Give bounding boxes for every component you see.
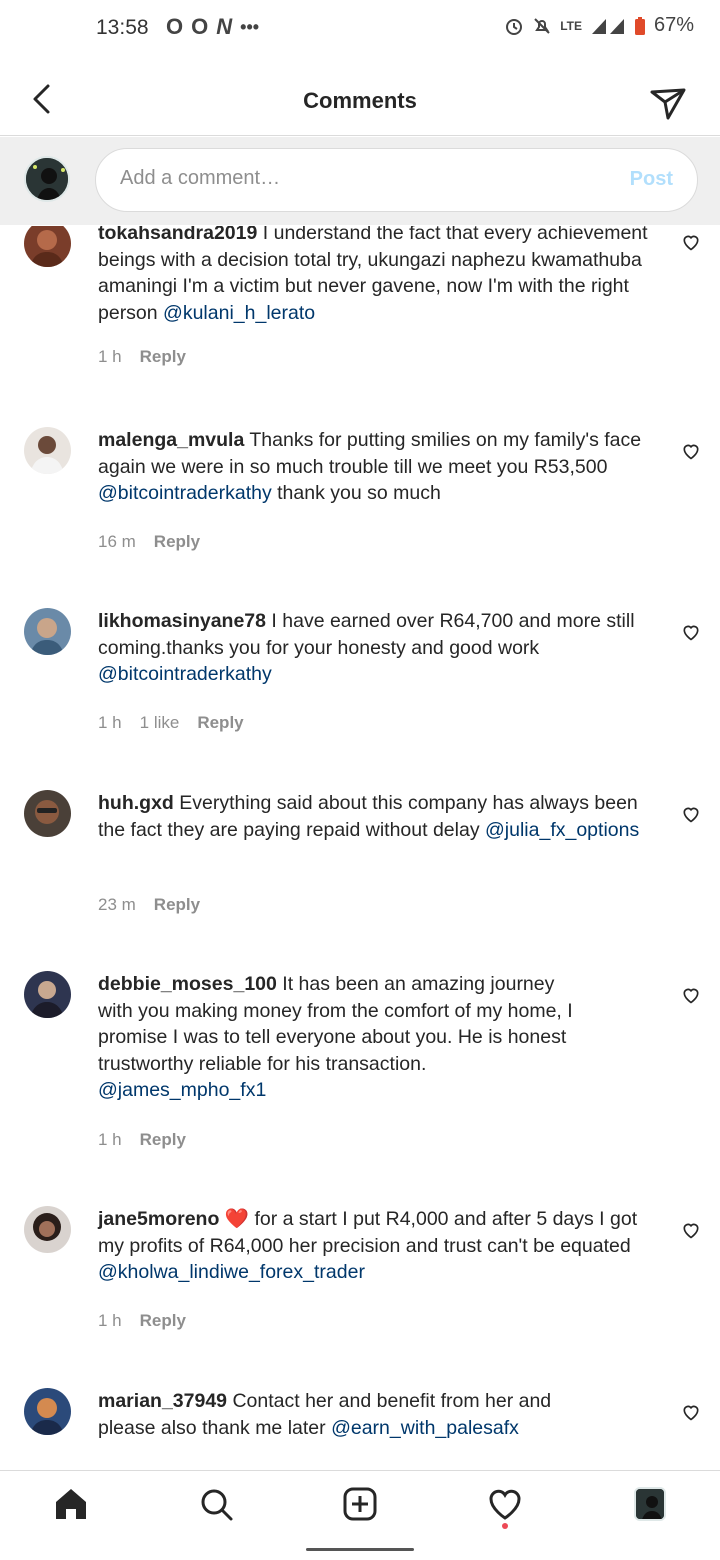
header: Comments xyxy=(0,60,720,136)
battery-icon xyxy=(634,16,645,35)
avatar[interactable] xyxy=(24,790,71,837)
comment-meta: 1 h Reply xyxy=(98,347,186,367)
comment-time: 1 h xyxy=(98,1130,122,1149)
comment-username[interactable]: malenga_mvula xyxy=(98,429,244,451)
avatar[interactable] xyxy=(24,1206,71,1253)
avatar[interactable] xyxy=(24,156,70,202)
mention-link[interactable]: @julia_fx_options xyxy=(485,819,639,841)
avatar[interactable] xyxy=(24,971,71,1018)
comment-username[interactable]: huh.gxd xyxy=(98,792,174,814)
comment-text: marian_37949 Contact her and benefit fro… xyxy=(98,1390,552,1439)
notification-icon: O xyxy=(166,14,184,39)
more-notifications-icon: ••• xyxy=(240,16,260,37)
comment-input-bar: Post xyxy=(0,137,720,225)
avatar[interactable] xyxy=(24,608,71,655)
home-icon[interactable] xyxy=(52,1485,90,1523)
comment-username[interactable]: tokahsandra2019 xyxy=(98,226,257,244)
comment-input[interactable] xyxy=(120,167,600,190)
comment-text: likhomasinyane78 I have earned over R64,… xyxy=(98,610,635,685)
comment-username[interactable]: likhomasinyane78 xyxy=(98,610,266,632)
heart-icon[interactable] xyxy=(681,1220,701,1240)
reply-button[interactable]: Reply xyxy=(140,1311,186,1331)
comment-username[interactable]: jane5moreno xyxy=(98,1208,219,1230)
bottom-nav xyxy=(0,1470,720,1536)
comment-meta: 1 h 1 like Reply xyxy=(98,713,244,733)
post-button[interactable]: Post xyxy=(630,168,673,191)
status-bar: 13:58 O O N ••• LTE 67% xyxy=(0,0,720,60)
comment-box: Post xyxy=(95,148,698,212)
add-post-icon[interactable] xyxy=(341,1485,379,1523)
reply-button[interactable]: Reply xyxy=(197,713,243,733)
reply-button[interactable]: Reply xyxy=(154,895,200,915)
mention-link[interactable]: @earn_with_palesafx xyxy=(331,1417,519,1439)
page-title: Comments xyxy=(303,88,417,113)
heart-icon[interactable] xyxy=(681,441,701,461)
mention-link[interactable]: @bitcointraderkathy xyxy=(98,663,272,685)
comments-list: tokahsandra2019 I understand the fact th… xyxy=(0,226,720,1470)
activity-dot xyxy=(502,1523,508,1529)
reply-button[interactable]: Reply xyxy=(140,347,186,367)
status-app-icons: O O N ••• xyxy=(166,14,259,40)
comment-meta: 16 m Reply xyxy=(98,532,200,552)
notification-icon: O xyxy=(191,14,209,39)
status-time: 13:58 xyxy=(96,16,149,39)
comment-text: huh.gxd Everything said about this compa… xyxy=(98,792,640,841)
comment-meta: 1 h Reply xyxy=(98,1130,186,1150)
comment-time: 1 h xyxy=(98,347,122,366)
comment-text: jane5moreno ❤️ for a start I put R4,000 … xyxy=(98,1208,638,1283)
avatar[interactable] xyxy=(24,427,71,474)
comment-meta: 23 m Reply xyxy=(98,895,200,915)
comment-username[interactable]: marian_37949 xyxy=(98,1390,227,1412)
gesture-bar[interactable] xyxy=(306,1548,414,1551)
heart-icon[interactable] xyxy=(681,804,701,824)
comment-meta: 1 h Reply xyxy=(98,1311,186,1331)
notification-icon: N xyxy=(216,14,233,39)
network-type: LTE xyxy=(560,18,582,33)
avatar-image xyxy=(26,158,68,200)
comment-username[interactable]: debbie_moses_100 xyxy=(98,973,277,995)
comment-text: debbie_moses_100 It has been an amazing … xyxy=(98,973,573,1101)
signal-icon xyxy=(591,18,624,34)
heart-icon[interactable] xyxy=(681,232,701,252)
heart-icon[interactable] xyxy=(681,622,701,642)
mention-link[interactable]: @james_mpho_fx1 xyxy=(98,1079,266,1101)
search-icon[interactable] xyxy=(197,1485,235,1523)
battery-percent: 67% xyxy=(653,14,694,36)
mention-link[interactable]: @kulani_h_lerato xyxy=(163,302,315,324)
alarm-icon xyxy=(506,18,523,35)
comment-text: tokahsandra2019 I understand the fact th… xyxy=(98,226,660,326)
comment-text: malenga_mvula Thanks for putting smilies… xyxy=(98,429,642,504)
comment-time: 16 m xyxy=(98,532,136,551)
mute-icon xyxy=(534,17,550,34)
heart-icon[interactable] xyxy=(681,985,701,1005)
heart-icon[interactable] xyxy=(486,1485,524,1523)
reply-button[interactable]: Reply xyxy=(140,1130,186,1150)
mention-link[interactable]: @kholwa_lindiwe_forex_trader xyxy=(98,1261,365,1283)
reply-button[interactable]: Reply xyxy=(154,532,200,552)
profile-icon[interactable] xyxy=(634,1487,666,1521)
avatar[interactable] xyxy=(24,226,71,267)
heart-icon[interactable] xyxy=(681,1402,701,1422)
comment-time: 23 m xyxy=(98,895,136,914)
like-count[interactable]: 1 like xyxy=(140,713,180,733)
comment-time: 1 h xyxy=(98,713,122,732)
status-right: LTE 67% xyxy=(504,14,694,37)
mention-link[interactable]: @bitcointraderkathy xyxy=(98,482,272,504)
avatar[interactable] xyxy=(24,1388,71,1435)
paper-plane-icon[interactable] xyxy=(648,82,688,122)
comment-time: 1 h xyxy=(98,1311,122,1330)
